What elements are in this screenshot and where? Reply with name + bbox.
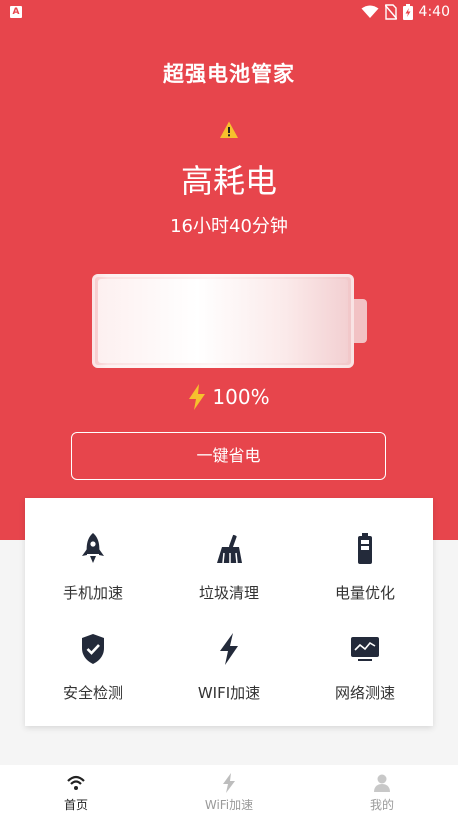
tool-junk-clean[interactable]: 垃圾清理	[161, 498, 297, 602]
status-icons: 4:40	[361, 4, 450, 20]
battery-level-fill	[98, 279, 348, 363]
tool-security-check[interactable]: 安全检测	[25, 598, 161, 702]
battery-icon	[358, 533, 372, 564]
lightning-icon	[223, 773, 235, 793]
nav-label: WiFi加速	[204, 798, 254, 812]
bottom-nav: 首页 WiFi加速 我的	[0, 765, 458, 815]
wifi-icon	[67, 775, 85, 790]
charge-indicator: 100%	[0, 384, 458, 410]
monitor-chart-icon	[351, 637, 379, 661]
tool-power-optimize[interactable]: 电量优化	[297, 498, 433, 602]
tool-phone-boost[interactable]: 手机加速	[25, 498, 161, 602]
nav-wifi-boost[interactable]: WiFi加速	[153, 765, 305, 815]
remaining-time: 16小时40分钟	[170, 216, 288, 237]
tool-label: 网络测速	[334, 684, 395, 702]
status-bar: A 4:40	[0, 0, 458, 26]
page-title: 超强电池管家	[163, 62, 295, 86]
shield-check-icon	[82, 634, 104, 664]
power-status: 高耗电	[180, 162, 277, 200]
clock: 4:40	[418, 4, 450, 20]
warning-icon	[220, 121, 238, 138]
nav-label: 首页	[63, 798, 88, 812]
wifi-signal-icon	[361, 5, 379, 18]
user-icon	[374, 774, 390, 792]
rocket-icon	[82, 533, 104, 563]
tool-label: 安全检测	[62, 684, 123, 702]
tool-label: WIFI加速	[197, 684, 261, 702]
broom-icon	[217, 534, 242, 564]
charge-percent: 100%	[212, 385, 270, 409]
app-notification-icon: A	[10, 6, 22, 18]
nav-home[interactable]: 首页	[0, 765, 152, 815]
tools-card: 手机加速 垃圾清理 电量优化 安全检测 WIFI加速 网络测速	[25, 498, 433, 726]
nav-profile[interactable]: 我的	[306, 765, 458, 815]
nav-label: 我的	[369, 798, 394, 812]
tool-wifi-boost[interactable]: WIFI加速	[161, 598, 297, 702]
no-sim-icon	[384, 4, 397, 20]
one-click-save-button[interactable]: 一键省电	[71, 432, 386, 480]
battery-charging-icon	[402, 4, 413, 20]
battery-graphic	[92, 274, 354, 368]
lightning-icon	[220, 633, 238, 665]
battery-tip	[354, 299, 367, 343]
lightning-icon	[189, 384, 206, 410]
tool-speed-test[interactable]: 网络测速	[297, 598, 433, 702]
